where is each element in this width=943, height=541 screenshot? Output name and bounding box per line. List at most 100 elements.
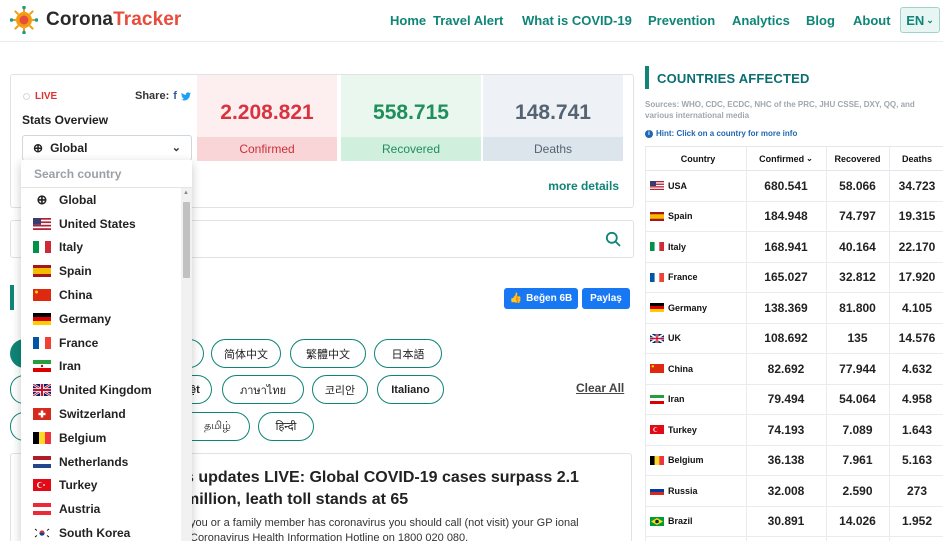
section-accent-bar bbox=[10, 285, 14, 310]
dropdown-scrollbar[interactable]: ▲ bbox=[181, 188, 192, 541]
flag-south-korea bbox=[33, 527, 51, 540]
language-pill-italian[interactable]: Italiano bbox=[377, 375, 444, 404]
language-pill-korean[interactable]: 코리안 bbox=[312, 375, 368, 404]
table-row-turkey[interactable]: Turkey 74.193 7.089 1.643 bbox=[645, 415, 943, 446]
deaths-value: 148.741 bbox=[515, 101, 591, 124]
dropdown-item-germany[interactable]: Germany bbox=[21, 307, 181, 331]
table-row-usa[interactable]: USA 680.541 58.066 34.723 bbox=[645, 171, 943, 202]
dropdown-item-united-kingdom[interactable]: United Kingdom bbox=[21, 378, 181, 402]
country-cell: Italy bbox=[650, 232, 746, 262]
dropdown-item-label: South Korea bbox=[59, 526, 131, 541]
table-row-iran[interactable]: Iran 79.494 54.064 4.958 bbox=[645, 385, 943, 415]
recovered-cell: 2.590 bbox=[842, 483, 873, 498]
language-selector[interactable]: EN ⌄ bbox=[900, 7, 940, 33]
dropdown-item-global[interactable]: ⊕ Global bbox=[21, 188, 181, 212]
news-headline[interactable]: s updates LIVE: Global COVID-19 cases su… bbox=[185, 467, 625, 511]
flag-austria bbox=[33, 503, 51, 516]
flag-us bbox=[33, 217, 51, 230]
flag-switzerland bbox=[33, 408, 51, 421]
dropdown-item-france[interactable]: France bbox=[21, 331, 181, 355]
table-row-china[interactable]: China 82.692 77.944 4.632 bbox=[645, 354, 943, 385]
dropdown-item-netherlands[interactable]: Netherlands bbox=[21, 450, 181, 474]
flag-turkey bbox=[650, 425, 664, 435]
live-indicator: LIVE bbox=[23, 91, 57, 102]
language-pill-japanese[interactable]: 日本語 bbox=[374, 339, 442, 368]
nav-home[interactable]: Home bbox=[390, 13, 426, 28]
flag-belgium bbox=[650, 455, 664, 465]
dropdown-item-china[interactable]: China bbox=[21, 283, 181, 307]
country-search-input[interactable]: Search country bbox=[21, 160, 192, 188]
twitter-icon[interactable] bbox=[180, 91, 191, 101]
table-row-belgium[interactable]: Belgium 36.138 7.961 5.163 bbox=[645, 446, 943, 476]
confirmed-cell: 680.541 bbox=[764, 178, 808, 193]
nav-what-is-covid[interactable]: What is COVID-19 bbox=[522, 13, 632, 28]
chevron-down-icon: ⌄ bbox=[926, 14, 934, 25]
deaths-cell: 17.920 bbox=[898, 270, 936, 285]
table-row-spain[interactable]: Spain 184.948 74.797 19.315 bbox=[645, 202, 943, 232]
confirmed-cell: 79.494 bbox=[767, 392, 805, 407]
dropdown-item-turkey[interactable]: Turkey bbox=[21, 474, 181, 498]
region-select[interactable]: ⊕ Global ⌄ bbox=[22, 135, 192, 161]
country-cell: UK bbox=[650, 324, 746, 354]
hint-text: i Hint: Click on a country for more info bbox=[645, 129, 797, 138]
table-row-france[interactable]: France 165.027 32.812 17.920 bbox=[645, 263, 943, 293]
language-pill-simplified-chinese[interactable]: 简体中文 bbox=[211, 339, 281, 368]
facebook-like-button[interactable]: 👍 Beğen 6B bbox=[504, 288, 578, 309]
scroll-up-arrow-icon[interactable]: ▲ bbox=[183, 190, 189, 196]
logo[interactable]: CoronaTracker bbox=[10, 6, 181, 34]
clear-all-link[interactable]: Clear All bbox=[576, 381, 624, 395]
deaths-stat[interactable]: 148.741 Deaths bbox=[483, 75, 623, 161]
flag-germany bbox=[33, 312, 51, 325]
nav-about[interactable]: About bbox=[853, 13, 891, 28]
nav-blog[interactable]: Blog bbox=[806, 13, 835, 28]
language-pill-thai[interactable]: ภาษาไทย bbox=[222, 375, 304, 404]
table-row-brazil[interactable]: Brazil 30.891 14.026 1.952 bbox=[645, 507, 943, 537]
country-name: Spain bbox=[668, 211, 693, 222]
dropdown-item-iran[interactable]: Iran bbox=[21, 355, 181, 379]
country-name: France bbox=[668, 272, 698, 283]
confirmed-stat[interactable]: 2.208.821 Confirmed bbox=[197, 75, 337, 161]
country-cell: Russia bbox=[650, 476, 746, 506]
header-confirmed[interactable]: Confirmed ⌄ bbox=[746, 147, 826, 170]
more-details-link[interactable]: more details bbox=[548, 179, 619, 193]
flag-belgium bbox=[33, 431, 51, 444]
header-country[interactable]: Country bbox=[650, 147, 746, 170]
nav-analytics[interactable]: Analytics bbox=[732, 13, 790, 28]
table-row-italy[interactable]: Italy 168.941 40.164 22.170 bbox=[645, 232, 943, 263]
info-icon: i bbox=[645, 129, 653, 138]
recovered-stat[interactable]: 558.715 Recovered bbox=[341, 75, 481, 161]
scrollbar-thumb[interactable] bbox=[183, 202, 190, 278]
country-cell: Spain bbox=[650, 202, 746, 232]
dropdown-item-belgium[interactable]: Belgium bbox=[21, 426, 181, 450]
language-pill-traditional-chinese[interactable]: 繁體中文 bbox=[290, 339, 366, 368]
confirmed-cell: 138.369 bbox=[764, 300, 808, 315]
country-cell: France bbox=[650, 263, 746, 293]
dropdown-item-switzerland[interactable]: Switzerland bbox=[21, 402, 181, 426]
dropdown-item-austria[interactable]: Austria bbox=[21, 497, 181, 521]
country-cell: Belgium bbox=[650, 446, 746, 476]
dropdown-item-spain[interactable]: Spain bbox=[21, 259, 181, 283]
flag-spain bbox=[650, 211, 664, 221]
table-row-uk[interactable]: UK 108.692 135 14.576 bbox=[645, 324, 943, 354]
confirmed-cell: 82.692 bbox=[767, 361, 805, 376]
facebook-icon[interactable]: f bbox=[173, 90, 177, 102]
language-pill-tamil[interactable]: தமிழ் bbox=[186, 412, 250, 441]
country-name: Belgium bbox=[668, 455, 704, 466]
dropdown-item-italy[interactable]: Italy bbox=[21, 236, 181, 260]
header-deaths[interactable]: Deaths bbox=[889, 147, 943, 170]
table-row-germany[interactable]: Germany 138.369 81.800 4.105 bbox=[645, 293, 943, 324]
dropdown-item-united-states[interactable]: United States bbox=[21, 212, 181, 236]
dropdown-item-label: Spain bbox=[59, 264, 92, 279]
language-pill-hindi[interactable]: हिन्दी bbox=[258, 412, 314, 441]
like-label: Beğen 6B bbox=[526, 293, 573, 304]
deaths-cell: 34.723 bbox=[898, 178, 936, 193]
flag-spain bbox=[33, 265, 51, 278]
header-recovered[interactable]: Recovered bbox=[826, 147, 889, 170]
dropdown-item-south-korea[interactable]: South Korea bbox=[21, 521, 181, 541]
confirmed-cell: 184.948 bbox=[764, 209, 808, 224]
table-row-russia[interactable]: Russia 32.008 2.590 273 bbox=[645, 476, 943, 507]
search-icon[interactable] bbox=[605, 231, 621, 247]
nav-prevention[interactable]: Prevention bbox=[648, 13, 715, 28]
nav-travel-alert[interactable]: Travel Alert bbox=[433, 13, 503, 28]
facebook-share-button[interactable]: Paylaş bbox=[582, 288, 630, 309]
